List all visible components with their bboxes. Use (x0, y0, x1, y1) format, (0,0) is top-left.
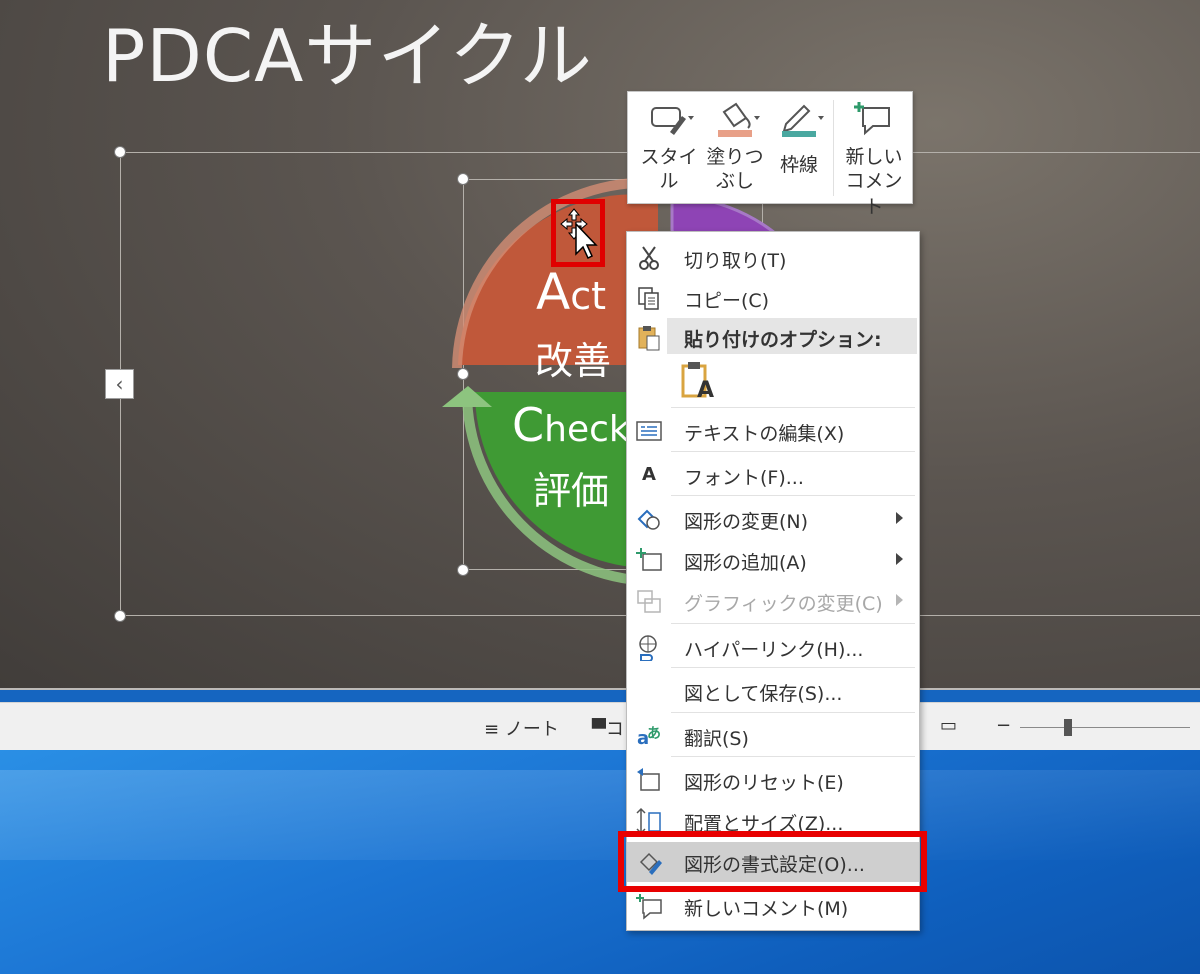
inner-handle-top-left[interactable] (457, 173, 469, 185)
status-bar: ≡ ノート ▀コ ▭ − (0, 702, 1200, 751)
submenu-arrow-icon (896, 512, 903, 524)
hyperlink-globe-icon (639, 635, 657, 661)
menu-item-change-graphic: グラフィックの変更(C) (627, 581, 919, 621)
move-cursor-icon (560, 208, 598, 260)
new-comment-icon (636, 894, 662, 920)
notes-button[interactable]: ≡ ノート (484, 715, 559, 741)
copy-icon (638, 287, 659, 310)
outline-button[interactable]: 枠線 (768, 98, 830, 200)
menu-item-font[interactable]: A フォント(F)... (627, 455, 919, 495)
mini-toolbar: スタイ ル 塗りつ ぶし 枠線 新しい コメント (627, 91, 913, 218)
format-shape-highlight-box (618, 831, 927, 892)
menu-item-cut[interactable]: 切り取り(T) (627, 238, 919, 278)
menu-item-change-shape[interactable]: 図形の変更(N) (627, 499, 919, 539)
check-label: Check (512, 398, 630, 452)
change-graphic-icon (637, 590, 661, 613)
change-shape-icon (637, 509, 660, 530)
comments-button[interactable]: ▀コ (592, 715, 624, 741)
comment-icon: ▀ (592, 719, 606, 740)
menu-item-hyperlink[interactable]: ハイパーリンク(H)... (627, 627, 919, 667)
outer-handle-top-left[interactable] (114, 146, 126, 158)
fill-button[interactable]: 塗りつ ぶし (704, 98, 766, 200)
new-comment-icon (854, 102, 890, 136)
check-jp-label: 評価 (533, 469, 610, 513)
menu-item-translate[interactable]: a あ 翻訳(S) (627, 716, 919, 756)
zoom-slider-thumb[interactable] (1064, 719, 1072, 736)
submenu-arrow-icon (896, 553, 903, 565)
zoom-out-button[interactable]: − (996, 715, 1011, 736)
menu-item-reset-shape[interactable]: 図形のリセット(E) (627, 760, 919, 800)
outer-handle-bottom-left[interactable] (114, 610, 126, 622)
scissors-icon (639, 246, 659, 270)
inner-handle-bottom-left[interactable] (457, 564, 469, 576)
slideshow-icon[interactable]: ▭ (940, 715, 957, 736)
paste-icon (638, 326, 660, 351)
reset-shape-icon (637, 768, 660, 791)
act-label: Act (536, 263, 607, 321)
svg-text:あ: あ (647, 726, 661, 742)
slide-canvas[interactable]: PDCAサイクル ‹ Act 改善 Check 評価 (0, 0, 1200, 690)
slide-bottom-border (0, 688, 1200, 690)
context-menu: 切り取り(T) コピー(C) 貼り付けのオプション: A テキストの編集(X) … (626, 231, 920, 931)
menu-item-copy[interactable]: コピー(C) (627, 278, 919, 318)
zoom-slider-track[interactable] (1020, 727, 1190, 728)
pen-outline-icon (782, 104, 824, 137)
desktop-background (0, 750, 1200, 974)
notes-icon: ≡ (484, 719, 500, 740)
submenu-arrow-icon (896, 594, 903, 606)
add-shape-icon (636, 548, 662, 571)
edit-text-icon (636, 421, 662, 441)
act-jp-label: 改善 (535, 339, 612, 383)
paint-bucket-icon (718, 102, 760, 137)
menu-item-edit-text[interactable]: テキストの編集(X) (627, 411, 919, 451)
menu-item-add-shape[interactable]: 図形の追加(A) (627, 540, 919, 580)
shape-style-icon (651, 107, 694, 135)
paste-options-header: 貼り付けのオプション: (667, 318, 917, 354)
translate-icon: a あ (637, 726, 661, 749)
menu-item-new-comment[interactable]: 新しいコメント(M) (627, 886, 919, 926)
font-icon: A (642, 464, 656, 485)
new-comment-button[interactable]: 新しい コメント (838, 98, 910, 218)
style-button[interactable]: スタイ ル (636, 98, 702, 200)
paste-keep-text-only-button[interactable]: A (677, 360, 717, 404)
inner-handle-middle-left[interactable] (457, 368, 469, 380)
menu-item-save-as-picture[interactable]: 図として保存(S)... (627, 671, 919, 711)
